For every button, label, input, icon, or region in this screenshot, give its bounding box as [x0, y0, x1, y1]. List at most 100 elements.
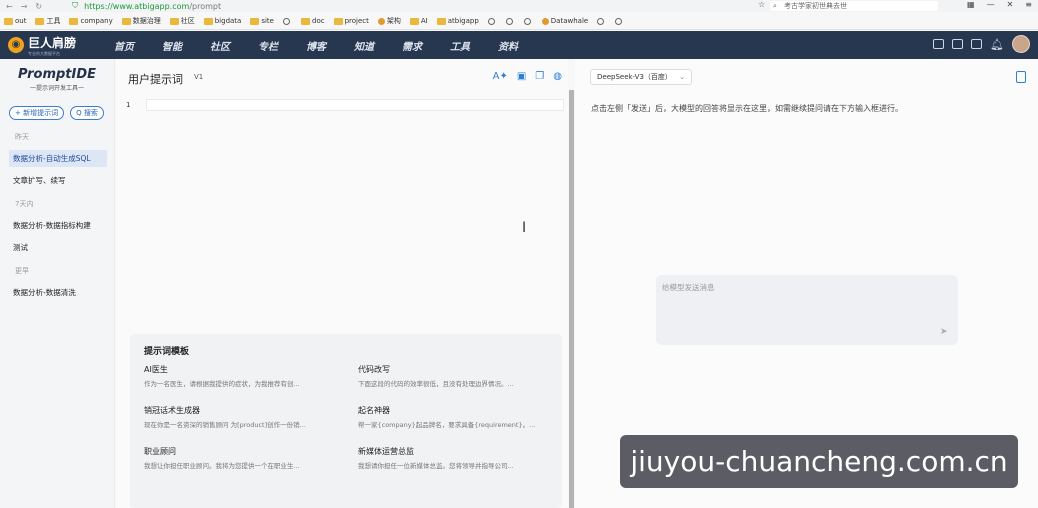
bookmark-item[interactable]: company — [69, 17, 113, 25]
template-panel-title: 提示词模板 — [144, 347, 190, 357]
folder-icon — [436, 17, 446, 25]
bookmark-label: AI — [420, 17, 428, 25]
template-panel: 提示词模板 AI医生 作为一名医生，请根据我提供的症状，为我推荐有创... 代码改写… — [130, 334, 562, 508]
ai-assist-icon[interactable]: A✦ — [493, 71, 508, 82]
bookmark-star-icon[interactable]: ☆ — [758, 0, 765, 9]
secure-lock-icon: ⛉ — [72, 1, 79, 10]
bookmark-item[interactable] — [615, 17, 624, 25]
nav-item[interactable]: 知道 — [340, 38, 388, 53]
template-card[interactable]: 起名神器 帮一家{company}起品牌名，要求具备{requirement}。.… — [354, 403, 562, 437]
template-card[interactable]: 销冠话术生成器 现在你是一名资深的销售顾问 为[product]创作一份销... — [140, 403, 348, 437]
panel-icon[interactable] — [952, 39, 964, 49]
browser-search-field[interactable]: ⌕ 考古学家初世典去世 — [770, 1, 938, 11]
history-group-label: 昨天 — [15, 133, 29, 141]
nav-item[interactable]: 资料 — [484, 38, 532, 53]
minimize-icon[interactable]: — — [987, 0, 995, 9]
history-item[interactable]: 数据分析-自动生成SQL — [9, 150, 107, 167]
folder-icon — [203, 17, 213, 25]
bookmark-label: project — [344, 17, 369, 25]
template-card[interactable]: 新媒体运营总监 我想请你担任一位新媒体总监。您将领导并指导公司... — [354, 444, 562, 478]
bookmark-item[interactable]: out — [4, 17, 26, 25]
copy-icon[interactable]: ❐ — [535, 71, 544, 82]
nav-item[interactable]: 专栏 — [244, 38, 292, 53]
version-badge: V1 — [194, 73, 204, 81]
bookmark-item[interactable] — [505, 17, 515, 25]
back-icon[interactable]: ← — [6, 2, 13, 11]
model-select[interactable]: DeepSeek-V3（百度） ⌄ — [590, 69, 692, 85]
history-item[interactable]: 数据分析-数据清洗 — [0, 284, 114, 301]
nav-item[interactable]: 需求 — [388, 38, 436, 53]
template-name: 起名神器 — [358, 406, 390, 415]
send-icon[interactable]: ➤ — [940, 327, 950, 337]
response-hint: 点击左侧「发送」后，大模型的回答将显示在这里，如需继续提问请在下方输入框进行。 — [591, 104, 903, 113]
avatar[interactable] — [1012, 35, 1030, 53]
bookmark-item[interactable]: 数据治理 — [121, 16, 161, 26]
template-card[interactable]: 代码改写 下面这段的代码的效率很低，且没有处理边界情况。... — [354, 362, 562, 396]
bookmark-label: company — [80, 17, 113, 25]
line-number: 1 — [126, 101, 131, 109]
brand-title: PromptIDE — [17, 67, 97, 82]
bookmark-item[interactable]: 架构 — [377, 16, 401, 26]
globe-icon — [283, 17, 290, 25]
bookmark-item[interactable]: bigdata — [203, 17, 241, 25]
bookmark-item[interactable]: atbigapp — [436, 17, 479, 25]
bell-icon[interactable]: 🔔︎ — [990, 38, 1004, 51]
main-menu: 首页 智能 社区 专栏 博客 知道 需求 工具 资料 — [100, 38, 532, 53]
chat-input-box[interactable]: 给模型发送消息 ➤ — [656, 275, 958, 345]
document-icon[interactable] — [971, 39, 983, 49]
template-grid: AI医生 作为一名医生，请根据我提供的症状，为我推荐有创... 代码改写 下面这段的代… — [140, 362, 556, 478]
bookmark-item[interactable]: doc — [301, 17, 325, 25]
bookmark-item[interactable]: project — [333, 17, 369, 25]
bookmark-label: 架构 — [386, 17, 401, 25]
template-name: 销冠话术生成器 — [144, 406, 200, 415]
template-card[interactable]: AI医生 作为一名医生，请根据我提供的症状，为我推荐有创... — [140, 362, 348, 396]
bookmark-item[interactable]: site — [250, 17, 274, 25]
nav-item[interactable]: 智能 — [148, 38, 196, 53]
search-button[interactable]: Q 搜索 — [70, 106, 104, 120]
url-field[interactable]: https://www.atbigapp.com/prompt — [84, 2, 221, 11]
globe-icon — [487, 17, 495, 25]
screen-icon[interactable] — [933, 39, 945, 49]
bookmark-item[interactable] — [487, 17, 497, 25]
notes-icon[interactable] — [1016, 71, 1026, 83]
folder-icon — [121, 17, 131, 25]
browser-address-bar: ← → ↻ ⛉ https://www.atbigapp.com/prompt … — [0, 0, 1038, 12]
history-group-label: 7天内 — [15, 200, 34, 208]
history-item[interactable]: 数据分析-数据指标构建 — [0, 217, 114, 234]
folder-icon — [4, 17, 13, 25]
model-select-value: DeepSeek-V3（百度） — [597, 73, 672, 81]
site-logo[interactable]: ◉ 巨人肩膀 专业的大数据平台 — [0, 34, 100, 57]
bookmark-label: site — [261, 17, 274, 25]
nav-item[interactable]: 工具 — [436, 38, 484, 53]
prompt-editor: 用户提示词 V1 A✦ ▣ ❐ ◍ 1 提示词模板 AI医生 作为一名医生，请根据… — [116, 59, 568, 508]
template-name: AI医生 — [144, 365, 168, 374]
bookmark-item[interactable]: Datawhale — [541, 17, 588, 25]
history-item[interactable]: 测试 — [0, 239, 114, 256]
menu-icon[interactable]: ≡ — [1025, 0, 1032, 9]
apps-grid-icon[interactable]: ▦ — [967, 0, 975, 9]
bookmark-item[interactable] — [597, 17, 606, 25]
template-card[interactable]: 职业顾问 我想让你担任职业顾问。我将为您提供一个在职业生... — [140, 444, 348, 478]
palette-icon[interactable]: ◍ — [553, 71, 562, 82]
reload-icon[interactable]: ↻ — [35, 2, 42, 11]
history-item[interactable]: 文章扩写、续写 — [0, 172, 114, 189]
forward-icon[interactable]: → — [21, 2, 28, 11]
new-prompt-button[interactable]: + 新增提示词 — [9, 106, 65, 120]
bookmark-label: out — [15, 17, 27, 25]
nav-item[interactable]: 社区 — [196, 38, 244, 53]
nav-item[interactable]: 博客 — [292, 38, 340, 53]
nav-item[interactable]: 首页 — [100, 38, 148, 53]
bookmark-item[interactable]: 社区 — [169, 16, 195, 26]
folder-icon — [169, 17, 179, 25]
bookmark-item[interactable] — [523, 17, 533, 25]
globe-icon — [523, 17, 531, 25]
save-icon[interactable]: ▣ — [517, 71, 526, 82]
globe-icon — [615, 17, 623, 25]
panel-resize-handle[interactable] — [569, 90, 574, 508]
bookmark-item[interactable] — [283, 17, 292, 25]
folder-icon — [35, 17, 45, 25]
bookmark-item[interactable]: AI — [409, 17, 428, 25]
close-icon[interactable]: ✕ — [1007, 0, 1014, 9]
bookmark-item[interactable]: 工具 — [35, 16, 60, 26]
code-input-line[interactable] — [146, 99, 564, 111]
